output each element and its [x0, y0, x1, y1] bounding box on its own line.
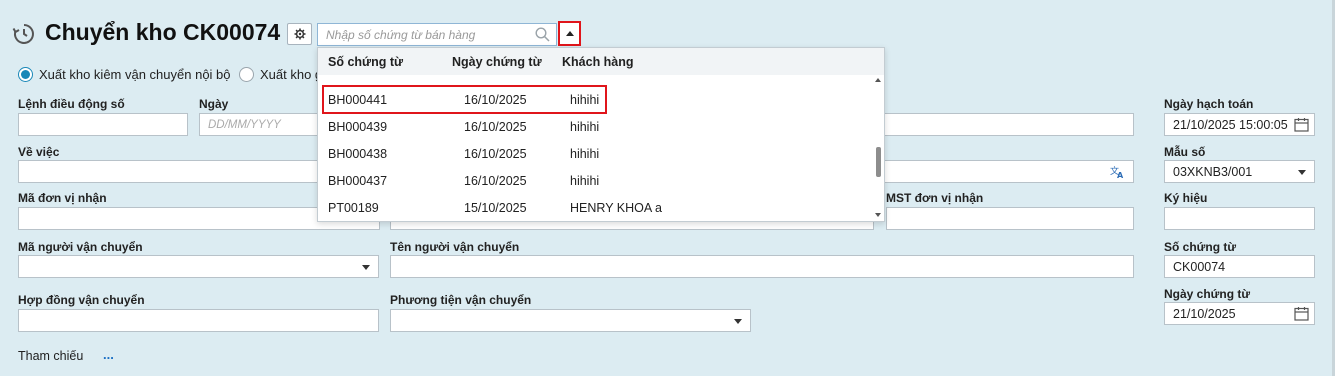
row-ngay: 16/10/2025 — [464, 146, 527, 161]
chevron-down-icon[interactable] — [734, 319, 742, 324]
annotation-highlight-box — [322, 85, 607, 114]
row-khach: hihihi — [570, 119, 600, 134]
phuong-tien-van-chuyen-select[interactable] — [390, 309, 751, 332]
column-header: Khách hàng — [562, 54, 634, 69]
row-so: BH000439 — [328, 119, 388, 134]
ngay-chung-tu-value: 21/10/2025 — [1173, 306, 1236, 321]
page-title: Chuyển kho CK00074 — [45, 19, 281, 45]
mau-so-label: Mẫu số — [1164, 145, 1206, 159]
so-chung-tu-label: Số chứng từ — [1164, 240, 1237, 254]
ma-nguoi-van-chuyen-label: Mã người vận chuyển — [18, 240, 143, 254]
row-khach: hihihi — [570, 173, 600, 188]
ngay-label: Ngày — [199, 97, 229, 111]
so-chung-tu-input[interactable]: CK00074 — [1164, 255, 1315, 278]
phuong-tien-van-chuyen-label: Phương tiện vận chuyển — [390, 293, 532, 307]
ngay-hach-toan-label: Ngày hạch toán — [1164, 97, 1254, 111]
scroll-up-icon[interactable] — [875, 78, 881, 82]
ve-viec-input[interactable] — [18, 160, 323, 183]
ngay-hach-toan-input[interactable]: 21/10/2025 15:00:05 — [1164, 113, 1315, 136]
dropdown-toggle-button[interactable] — [558, 21, 581, 46]
lenh-dieu-dong-label: Lệnh điều động số — [18, 97, 125, 111]
ten-nguoi-van-chuyen-label: Tên người vận chuyển — [390, 240, 520, 254]
dropdown-row[interactable]: BH000438 16/10/2025 hihihi — [318, 140, 884, 167]
dropdown-row[interactable]: BH000437 16/10/2025 hihihi — [318, 167, 884, 194]
hop-dong-van-chuyen-input[interactable] — [18, 309, 379, 332]
mst-don-vi-nhan-label: MST đơn vị nhận — [886, 191, 984, 205]
ngay-chung-tu-label: Ngày chứng từ — [1164, 287, 1251, 301]
search-input[interactable] — [318, 24, 528, 45]
row-khach: hihihi — [570, 146, 600, 161]
ma-nguoi-van-chuyen-select[interactable] — [18, 255, 379, 278]
mst-don-vi-nhan-input[interactable] — [886, 207, 1134, 230]
radio-internal-transfer[interactable]: Xuất kho kiêm vận chuyển nội bộ — [18, 67, 231, 82]
chevron-down-icon[interactable] — [1298, 170, 1306, 175]
calendar-icon[interactable] — [1294, 306, 1309, 324]
column-header: Ngày chứng từ — [452, 54, 542, 69]
sales-voucher-search[interactable] — [317, 23, 557, 46]
lenh-dieu-dong-input[interactable] — [18, 113, 188, 136]
radio-other[interactable]: Xuất kho g — [239, 67, 322, 82]
dropdown-header: Số chứng từ Ngày chứng từ Khách hàng — [318, 48, 884, 75]
sales-voucher-dropdown[interactable]: Số chứng từ Ngày chứng từ Khách hàng BH0… — [317, 47, 885, 222]
ngay-hach-toan-value: 21/10/2025 15:00:05 — [1173, 117, 1288, 132]
dropdown-scrollbar[interactable] — [873, 75, 884, 221]
ve-viec-label: Về việc — [18, 145, 60, 159]
row-ngay: 16/10/2025 — [464, 173, 527, 188]
tham-chieu-link[interactable]: ... — [103, 347, 114, 362]
row-so: PT00189 — [328, 200, 379, 215]
scroll-down-icon[interactable] — [875, 213, 881, 217]
row-ngay: 16/10/2025 — [464, 119, 527, 134]
row-ngay: 15/10/2025 — [464, 200, 527, 215]
ngay-chung-tu-input[interactable]: 21/10/2025 — [1164, 302, 1315, 325]
radio-unchecked[interactable] — [239, 67, 254, 82]
mau-so-value: 03XKNB3/001 — [1173, 164, 1253, 179]
column-header: Số chứng từ — [328, 54, 404, 69]
row-so: BH000438 — [328, 146, 388, 161]
field-right-row1[interactable] — [880, 113, 1134, 136]
settings-button[interactable] — [287, 23, 312, 45]
svg-text:A: A — [1117, 171, 1124, 179]
ten-nguoi-van-chuyen-input[interactable] — [390, 255, 1134, 278]
ngay-input[interactable]: DD/MM/YYYY — [199, 113, 324, 136]
chevron-down-icon[interactable] — [362, 265, 370, 270]
row-so: BH000437 — [328, 173, 388, 188]
dropdown-row[interactable]: BH000439 16/10/2025 hihihi — [318, 113, 884, 140]
radio-label: Xuất kho kiêm vận chuyển nội bộ — [39, 67, 231, 82]
ky-hieu-label: Ký hiệu — [1164, 191, 1208, 205]
gear-icon — [294, 28, 305, 40]
ky-hieu-input[interactable] — [1164, 207, 1315, 230]
tham-chieu-label: Tham chiếu — [18, 349, 84, 363]
radio-checked[interactable] — [18, 67, 33, 82]
history-icon — [12, 22, 36, 46]
mau-so-select[interactable]: 03XKNB3/001 — [1164, 160, 1315, 183]
hop-dong-van-chuyen-label: Hợp đồng vận chuyển — [18, 293, 145, 307]
radio-label: Xuất kho g — [260, 67, 323, 82]
dropdown-row[interactable]: PT00189 15/10/2025 HENRY KHOA a — [318, 194, 884, 221]
ma-don-vi-nhan-label: Mã đơn vị nhận — [18, 191, 107, 205]
caret-up-icon — [565, 31, 574, 36]
calendar-icon[interactable] — [1294, 117, 1309, 135]
translate-icon[interactable]: 文A — [1110, 165, 1125, 182]
ve-viec-input-right[interactable]: 文A — [880, 160, 1134, 183]
row-khach: HENRY KHOA a — [570, 200, 662, 215]
search-icon[interactable] — [535, 27, 550, 45]
scroll-thumb[interactable] — [876, 147, 881, 177]
